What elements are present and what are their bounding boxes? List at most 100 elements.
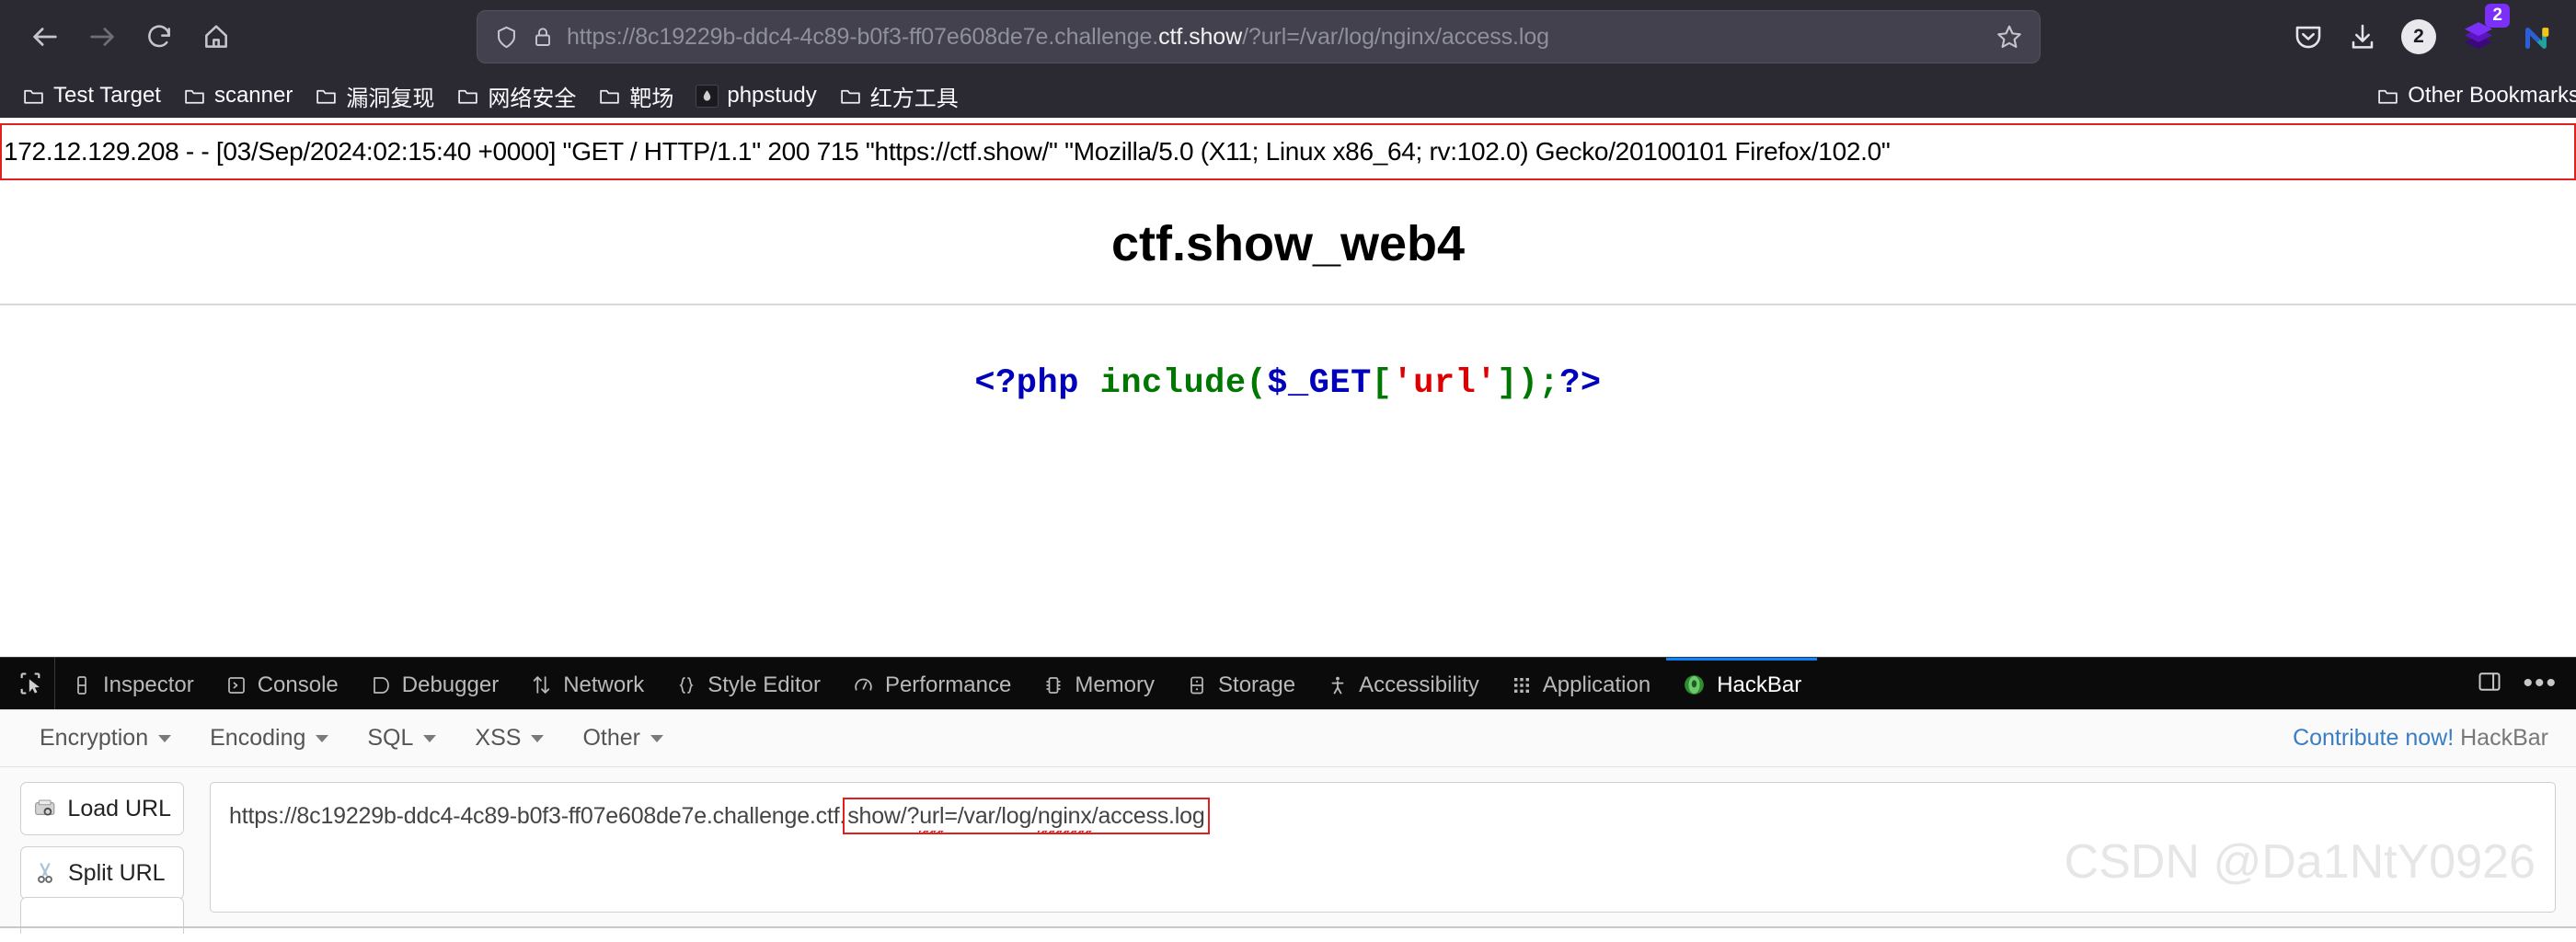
menu-label: Encoding	[210, 725, 306, 751]
menu-xss[interactable]: XSS	[455, 719, 563, 757]
contribute-link[interactable]: Contribute now!	[2293, 725, 2454, 751]
pocket-icon[interactable]	[2293, 21, 2324, 52]
nightly-icon[interactable]	[2521, 20, 2554, 53]
folder-icon	[24, 89, 43, 104]
url-text[interactable]: https://8c19229b-ddc4-4c89-b0f3-ff07e608…	[567, 24, 1983, 51]
more-options-button[interactable]: •••	[2523, 670, 2558, 697]
tab-label: Style Editor	[707, 672, 821, 697]
button-label: Split URL	[68, 859, 166, 886]
folder-icon	[185, 89, 204, 104]
access-log-line: 172.12.129.208 - - [03/Sep/2024:02:15:40…	[0, 123, 2576, 180]
tab-style-editor[interactable]: Style Editor	[660, 658, 836, 709]
hackbar-menubar: Encryption Encoding SQL XSS Other Contri…	[0, 710, 2576, 767]
bookmark-range[interactable]: 靶场	[589, 75, 683, 117]
php-close-tag: ?>	[1559, 364, 1602, 403]
tab-storage[interactable]: Storage	[1170, 658, 1311, 709]
third-action-button-partial[interactable]	[20, 897, 184, 934]
url-prefix: https://8c19229b-ddc4-4c89-b0f3-ff07e608…	[567, 23, 1159, 50]
tab-performance[interactable]: Performance	[836, 658, 1027, 709]
tab-network[interactable]: Network	[514, 658, 660, 709]
devtools-panel: Inspector Console Debugger Network Style…	[0, 657, 2576, 934]
tab-application[interactable]: Application	[1495, 658, 1666, 709]
dock-panel-button[interactable]	[2477, 669, 2502, 699]
account-counter-label: 2	[2401, 19, 2436, 54]
star-icon[interactable]	[1995, 23, 2023, 51]
address-bar[interactable]: https://8c19229b-ddc4-4c89-b0f3-ff07e608…	[477, 10, 2041, 63]
other-bookmarks-label: Other Bookmarks	[2408, 83, 2576, 108]
load-url-button[interactable]: Load URL	[20, 782, 184, 835]
other-bookmarks-button[interactable]: Other Bookmarks	[2367, 78, 2576, 113]
tab-debugger[interactable]: Debugger	[354, 658, 514, 709]
hackbar-url-input[interactable]: https://8c19229b-ddc4-4c89-b0f3-ff07e608…	[210, 782, 2556, 913]
bookmark-network-security[interactable]: 网络安全	[447, 75, 585, 117]
menu-label: XSS	[475, 725, 522, 751]
menu-other[interactable]: Other	[563, 719, 683, 757]
back-button[interactable]	[17, 8, 74, 65]
menu-encoding[interactable]: Encoding	[190, 719, 348, 757]
phpstudy-icon	[696, 84, 719, 108]
home-icon	[205, 25, 227, 48]
url-boxed-c: /access.log	[1091, 803, 1205, 829]
inspector-icon	[77, 675, 86, 695]
hackbar-body: Load URL Split URL https://8c19229b-ddc4…	[0, 767, 2576, 913]
hackbar-icon	[1685, 675, 1705, 695]
reload-button[interactable]	[131, 8, 188, 65]
tab-label: Console	[257, 672, 339, 697]
hackbar-action-buttons: Load URL Split URL	[20, 782, 184, 900]
red-annotation-box: show/?url=/var/log/nginx/access.log	[843, 798, 1210, 834]
php-include-call: include(	[1099, 364, 1268, 403]
shield-icon[interactable]	[494, 25, 519, 50]
load-url-icon	[35, 799, 55, 816]
menu-encryption[interactable]: Encryption	[20, 719, 190, 757]
tab-inspector[interactable]: Inspector	[55, 658, 210, 709]
split-url-button[interactable]: Split URL	[20, 846, 184, 900]
php-open-tag: <?php	[974, 364, 1079, 403]
application-icon	[1513, 677, 1529, 693]
dock-panel-icon	[2478, 672, 2501, 691]
bookmark-phpstudy[interactable]: phpstudy	[686, 78, 825, 113]
bookmark-label: scanner	[213, 83, 293, 108]
tab-hackbar[interactable]: HackBar	[1666, 658, 1818, 709]
reload-icon	[148, 25, 170, 48]
folder-icon	[600, 89, 620, 104]
hackbar-brand-label: HackBar	[2460, 725, 2548, 751]
chevron-down-icon	[316, 734, 329, 742]
back-arrow-icon	[33, 28, 57, 46]
php-space	[1079, 364, 1100, 403]
bookmark-red-team-tools[interactable]: 红方工具	[830, 75, 968, 117]
page-title: ctf.show_web4	[1110, 216, 1466, 271]
tab-label: Accessibility	[1359, 672, 1479, 697]
lock-icon[interactable]	[532, 26, 554, 48]
tab-accessibility[interactable]: Accessibility	[1311, 658, 1495, 709]
chevron-down-icon	[158, 734, 172, 742]
menu-sql[interactable]: SQL	[348, 719, 455, 757]
page-content: 172.12.129.208 - - [03/Sep/2024:02:15:40…	[0, 123, 2576, 657]
tab-label: Storage	[1218, 672, 1296, 697]
forward-arrow-icon	[90, 28, 114, 46]
forward-button[interactable]	[74, 8, 131, 65]
element-picker-button[interactable]	[6, 658, 55, 709]
spellcheck-underline-nginx: nginx	[1037, 803, 1092, 834]
bookmark-test-target[interactable]: Test Target	[13, 78, 170, 113]
extension-button[interactable]: 2	[2460, 4, 2510, 55]
panel-bottom-rule	[0, 926, 2576, 928]
toolbar-right-icons: 2 2	[2272, 4, 2559, 55]
tab-console[interactable]: Console	[210, 658, 354, 709]
download-icon[interactable]	[2348, 22, 2377, 52]
bookmark-label: Test Target	[53, 83, 161, 108]
tab-label: Debugger	[401, 672, 500, 697]
bookmark-label: 漏洞复现	[346, 86, 435, 111]
url-plain-part: https://8c19229b-ddc4-4c89-b0f3-ff07e608…	[229, 803, 846, 829]
tab-memory[interactable]: Memory	[1027, 658, 1170, 709]
bookmark-vuln-repro[interactable]: 漏洞复现	[305, 75, 443, 117]
php-bracket-close: ]	[1497, 364, 1518, 403]
account-counter-button[interactable]: 2	[2401, 19, 2436, 54]
hackbar-panel: Encryption Encoding SQL XSS Other Contri…	[0, 709, 2576, 934]
console-icon	[227, 676, 245, 694]
style-editor-icon	[679, 676, 694, 694]
home-button[interactable]	[188, 8, 245, 65]
tab-label: Network	[563, 672, 645, 697]
bookmark-scanner[interactable]: scanner	[174, 78, 302, 113]
tab-label: Application	[1542, 672, 1651, 697]
tab-label: Performance	[884, 672, 1012, 697]
